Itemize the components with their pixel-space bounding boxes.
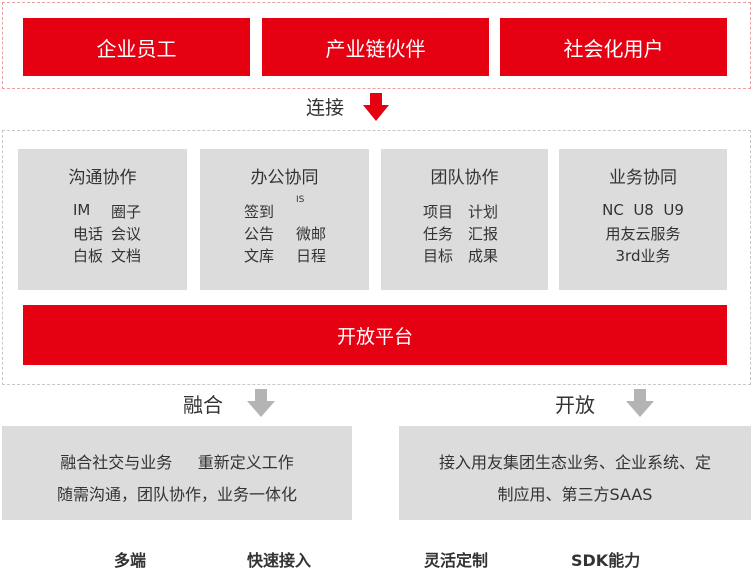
- module-item: 成果: [468, 247, 499, 265]
- user-group-label: 社会化用户: [563, 36, 664, 61]
- fusion-box: 融合社交与业务 重新定义工作 随需沟通，团队协作，业务一体化: [2, 426, 352, 520]
- module-item: 汇报: [468, 225, 499, 243]
- open-box: 接入用友集团生态业务、企业系统、定 制应用、第三方SAAS: [399, 426, 751, 520]
- module-office: 办公协同 签到 IS 公告 微邮 文库 日程: [200, 149, 369, 290]
- module-item: 文档: [111, 247, 142, 265]
- user-group-social: 社会化用户: [500, 18, 727, 76]
- feature-custom: 灵活定制: [424, 551, 489, 570]
- module-title: 团队协作: [430, 168, 499, 188]
- module-item: 3rd业务: [615, 247, 671, 265]
- module-communication: 沟通协作 IM 圈子 电话 会议 白板 文档: [18, 149, 187, 290]
- module-item: 任务: [423, 225, 454, 243]
- module-item: 圈子: [111, 203, 142, 221]
- red-down-arrow-icon: [363, 93, 389, 121]
- module-business: 业务协同 NC U8 U9 用友云服务 3rd业务: [559, 149, 727, 290]
- gray-down-arrow-icon: [247, 389, 275, 417]
- module-item: 目标: [423, 247, 454, 265]
- user-group-label: 企业员工: [96, 36, 177, 61]
- user-group-employees: 企业员工: [23, 18, 250, 76]
- connect-label: 连接: [306, 97, 345, 119]
- feature-sdk: SDK能力: [571, 551, 641, 570]
- module-item: 微邮: [296, 225, 327, 243]
- module-item: 日程: [296, 247, 327, 265]
- open-line: 接入用友集团生态业务、企业系统、定: [438, 453, 711, 472]
- user-group-label: 产业链伙伴: [325, 36, 426, 61]
- module-item: NC U8 U9: [602, 201, 684, 219]
- module-team: 团队协作 项目 计划 任务 汇报 目标 成果: [381, 149, 548, 290]
- open-label: 开放: [555, 393, 595, 417]
- module-item: 用友云服务: [605, 225, 681, 243]
- module-item: 项目: [423, 203, 454, 221]
- fusion-line: 融合社交与业务 重新定义工作: [60, 453, 294, 472]
- open-platform-bar: 开放平台: [23, 305, 727, 365]
- fusion-label: 融合: [183, 393, 223, 417]
- module-item: 会议: [111, 225, 142, 243]
- platform-label: 开放平台: [336, 325, 413, 348]
- fusion-line: 随需沟通，团队协作，业务一体化: [56, 485, 297, 504]
- module-item: IM: [73, 201, 91, 219]
- module-title: 业务协同: [609, 168, 677, 188]
- module-item: 电话: [73, 225, 104, 243]
- feature-multi-device: 多端: [114, 551, 147, 570]
- module-item: 文库: [244, 247, 275, 265]
- module-item: 白板: [73, 247, 104, 265]
- user-group-partners: 产业链伙伴: [262, 18, 489, 76]
- module-title: 沟通协作: [68, 168, 137, 188]
- module-item: IS: [296, 195, 305, 205]
- feature-quick-access: 快速接入: [247, 551, 312, 570]
- module-title: 办公协同: [250, 168, 319, 188]
- module-item: 签到: [244, 203, 275, 221]
- open-line: 制应用、第三方SAAS: [497, 485, 653, 504]
- gray-down-arrow-icon: [626, 389, 654, 417]
- module-item: 计划: [468, 203, 499, 221]
- module-item: 公告: [244, 225, 275, 243]
